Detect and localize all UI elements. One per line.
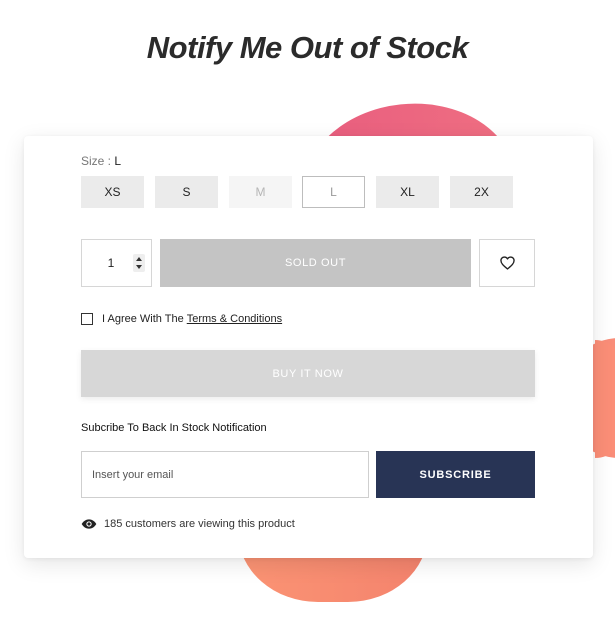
size-option-2x[interactable]: 2X <box>450 176 513 208</box>
terms-checkbox[interactable] <box>81 313 93 325</box>
page-title: Notify Me Out of Stock <box>146 30 469 65</box>
decorative-blob-right-edge <box>595 340 615 458</box>
terms-agreement: I Agree With The Terms & Conditions <box>81 312 282 326</box>
size-label-text: Size : <box>81 154 112 168</box>
size-option-xs[interactable]: XS <box>81 176 144 208</box>
product-form-card: Size : L XS S M L XL 2X 1 SOLD OUT I Agr… <box>24 136 593 558</box>
size-option-s[interactable]: S <box>155 176 218 208</box>
size-option-m[interactable]: M <box>229 176 292 208</box>
quantity-value[interactable]: 1 <box>82 240 140 286</box>
viewers-text: 185 customers are viewing this product <box>104 518 295 530</box>
terms-link[interactable]: Terms & Conditions <box>187 313 282 325</box>
notify-heading: Subcribe To Back In Stock Notification <box>81 422 267 434</box>
email-input[interactable] <box>81 451 369 498</box>
decrement-arrow-icon[interactable] <box>136 265 142 269</box>
selected-size-value: L <box>114 154 122 168</box>
size-option-xl[interactable]: XL <box>376 176 439 208</box>
size-option-l[interactable]: L <box>302 176 365 208</box>
quantity-stepper[interactable]: 1 <box>81 239 152 287</box>
eye-icon <box>81 519 97 529</box>
quantity-spinner[interactable] <box>133 254 145 272</box>
heart-icon <box>499 256 515 270</box>
terms-prefix-text: I Agree With The <box>102 313 184 325</box>
subscribe-button[interactable]: SUBSCRIBE <box>376 451 535 498</box>
sold-out-button[interactable]: SOLD OUT <box>160 239 471 287</box>
wishlist-button[interactable] <box>479 239 535 287</box>
size-label: Size : L <box>81 154 121 168</box>
viewers-indicator: 185 customers are viewing this product <box>81 518 295 530</box>
buy-now-button[interactable]: BUY IT NOW <box>81 350 535 397</box>
increment-arrow-icon[interactable] <box>136 257 142 261</box>
